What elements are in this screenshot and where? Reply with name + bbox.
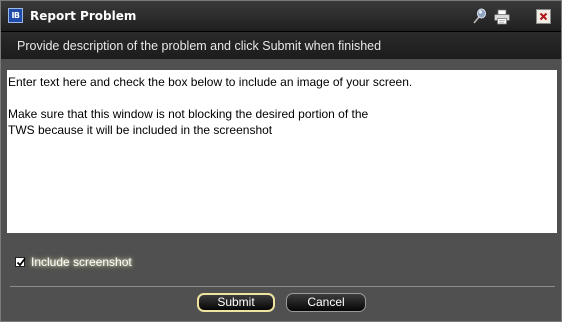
pin-icon[interactable] xyxy=(471,7,487,25)
problem-description-input[interactable]: Enter text here and check the box below … xyxy=(7,70,557,233)
button-divider xyxy=(10,286,555,287)
title-bar[interactable]: IB Report Problem xyxy=(1,1,561,32)
cancel-button[interactable]: Cancel xyxy=(286,293,366,312)
instruction-text: Provide description of the problem and c… xyxy=(17,39,382,53)
window-title: Report Problem xyxy=(30,9,137,23)
instruction-band: Provide description of the problem and c… xyxy=(1,32,561,59)
submit-button-label: Submit xyxy=(217,295,255,309)
include-screenshot-label: Include screenshot xyxy=(31,255,132,269)
include-screenshot-option[interactable]: Include screenshot xyxy=(15,254,132,270)
report-problem-window: IB Report Problem Provide description of… xyxy=(0,0,562,322)
submit-button[interactable]: Submit xyxy=(197,293,275,312)
checkmark-icon xyxy=(16,257,26,267)
printer-icon[interactable] xyxy=(493,9,511,25)
ib-logo-icon: IB xyxy=(8,8,23,23)
cancel-button-label: Cancel xyxy=(307,295,345,309)
close-icon xyxy=(539,12,548,21)
close-button[interactable] xyxy=(536,9,551,24)
include-screenshot-checkbox[interactable] xyxy=(15,257,26,267)
